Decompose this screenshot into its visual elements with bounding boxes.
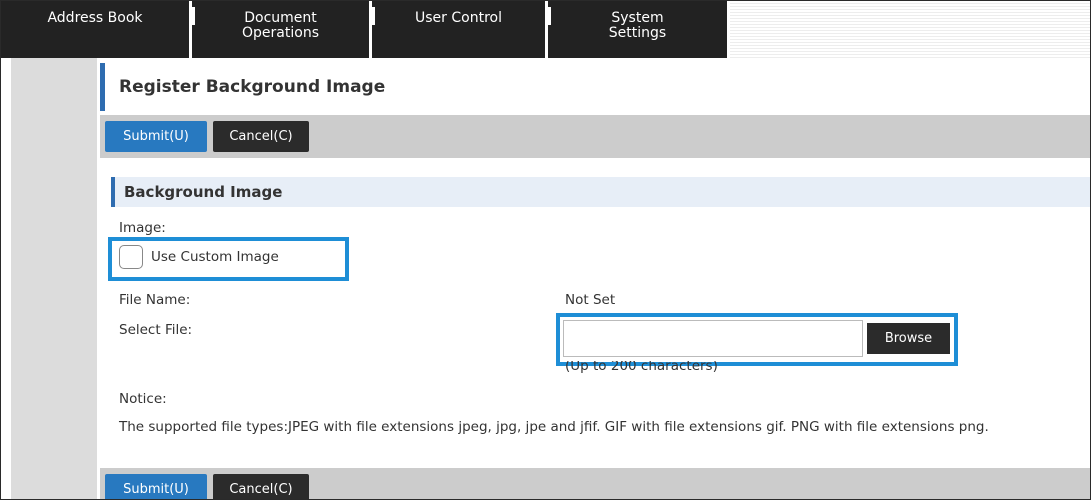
use-custom-image-label: Use Custom Image — [151, 249, 279, 265]
submit-button[interactable]: Submit(U) — [105, 121, 207, 152]
select-file-label: Select File: — [119, 322, 193, 338]
cancel-button-bottom[interactable]: Cancel(C) — [213, 474, 309, 499]
use-custom-image-checkbox[interactable] — [119, 245, 143, 269]
section-header: Background Image — [111, 177, 1090, 207]
file-name-value: Not Set — [565, 292, 616, 308]
window: Address Book Document Operations User Co… — [0, 0, 1091, 500]
submit-button-bottom[interactable]: Submit(U) — [105, 474, 207, 499]
notice-text: The supported file types:JPEG with file … — [119, 419, 989, 435]
section-title: Background Image — [124, 183, 283, 201]
browse-button[interactable]: Browse — [867, 323, 950, 354]
tab-list: Address Book Document Operations User Co… — [1, 1, 730, 58]
image-label: Image: — [119, 220, 166, 236]
file-path-input[interactable] — [563, 320, 863, 357]
notice-label: Notice: — [119, 391, 167, 407]
top-toolbar: Submit(U) Cancel(C) — [100, 115, 1090, 158]
tab-user-control[interactable]: User Control — [372, 1, 548, 58]
tab-label: Document Operations — [242, 10, 319, 41]
cancel-button[interactable]: Cancel(C) — [213, 121, 309, 152]
page-title-bar: Register Background Image — [100, 63, 1090, 111]
tab-address-book[interactable]: Address Book — [1, 1, 192, 58]
tab-label: Address Book — [47, 10, 143, 26]
top-navigation: Address Book Document Operations User Co… — [1, 1, 1090, 58]
bottom-toolbar: Submit(U) Cancel(C) — [100, 468, 1090, 499]
file-name-label: File Name: — [119, 292, 191, 308]
use-custom-image-option[interactable]: Use Custom Image — [119, 245, 279, 269]
left-sidebar — [11, 58, 97, 499]
tab-label: User Control — [415, 10, 502, 26]
character-limit-text: (Up to 200 characters) — [565, 361, 718, 374]
tab-label: System Settings — [608, 10, 667, 41]
page-title: Register Background Image — [119, 77, 386, 97]
tab-system-settings[interactable]: System Settings — [548, 1, 730, 58]
tab-document-operations[interactable]: Document Operations — [192, 1, 372, 58]
character-limit-hint: (Up to 200 characters) — [565, 361, 718, 377]
